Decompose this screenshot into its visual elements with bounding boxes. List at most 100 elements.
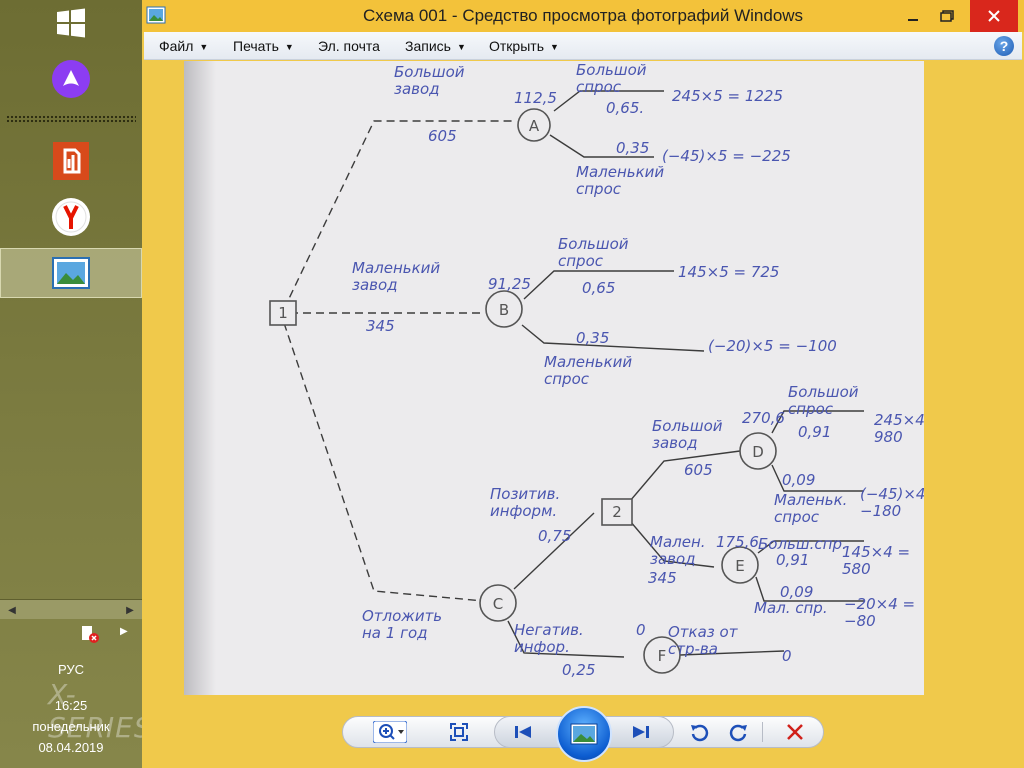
label-e-low-calc: −20×4 = −80 (844, 595, 915, 630)
label-d-plant: Большой завод (652, 417, 723, 452)
menu-bar: Файл ▼ Печать ▼ Эл. почта Запись ▼ Открыть ▼… (144, 32, 1022, 60)
rotate-ccw-button[interactable] (686, 720, 712, 744)
clock-time[interactable]: 16:25 (0, 698, 142, 713)
zoom-button[interactable] (370, 720, 410, 744)
menu-open[interactable]: Открыть ▼ (489, 32, 559, 60)
node-label-d: D (752, 443, 764, 461)
windows-start-button[interactable] (0, 0, 142, 46)
close-button[interactable] (970, 0, 1018, 32)
menu-burn-label: Запись (405, 38, 451, 54)
photo-viewer-icon (52, 257, 90, 289)
menu-print[interactable]: Печать ▼ (233, 32, 294, 60)
previous-button[interactable] (510, 720, 536, 744)
office-app-button[interactable] (0, 138, 142, 184)
label-small-plant: Маленький завод (352, 259, 440, 294)
label-b-high-calc: 145×5 = 725 (678, 263, 779, 281)
node-label-c: C (493, 595, 503, 613)
label-b-low-calc: (−20)×5 = −100 (708, 337, 837, 355)
alice-button[interactable] (0, 56, 142, 102)
label-e-value: 175,6 (716, 533, 759, 551)
label-refuse-val: 0 (782, 647, 792, 665)
windows-start-icon (57, 8, 85, 38)
label-e-plant-cost: 345 (648, 569, 677, 587)
toolbar-divider (762, 722, 763, 742)
actual-size-button[interactable] (446, 720, 472, 744)
help-icon[interactable]: ? (994, 36, 1014, 56)
close-icon (988, 10, 1000, 22)
clock-weekday[interactable]: понедельник (0, 719, 142, 734)
chevron-down-icon: ▼ (284, 42, 294, 52)
label-big-plant-cost: 605 (428, 127, 457, 145)
menu-file-label: Файл (159, 38, 194, 54)
label-a-value: 112,5 (514, 89, 557, 107)
menu-email[interactable]: Эл. почта (318, 32, 380, 60)
label-d-low: Маленьк. спрос (774, 491, 847, 526)
label-pos-p: 0,75 (538, 527, 571, 545)
chevron-down-icon: ▼ (199, 42, 209, 52)
next-icon (633, 726, 649, 738)
label-neg-info: Негатив. инфор. (514, 621, 584, 656)
slideshow-button[interactable] (556, 706, 612, 762)
yandex-browser-icon (52, 198, 90, 236)
label-small-plant-cost: 345 (366, 317, 395, 335)
menu-print-label: Печать (233, 38, 279, 54)
office-app-icon (53, 142, 89, 180)
label-b-low-p: 0,35 (576, 329, 609, 347)
photo-viewer-window: Схема 001 - Средство просмотра фотографи… (142, 0, 1024, 768)
label-d-low-calc: (−45)×4 =−180 (860, 485, 924, 520)
label-b-high-p: 0,65 (582, 279, 615, 297)
alice-icon (52, 60, 90, 98)
scroll-right-icon[interactable]: ▶ (120, 600, 140, 620)
label-b-value: 91,25 (488, 275, 531, 293)
title-bar[interactable]: Схема 001 - Средство просмотра фотографи… (142, 0, 1024, 32)
window-title: Схема 001 - Средство просмотра фотографи… (362, 6, 804, 25)
maximize-button[interactable] (930, 0, 964, 32)
network-status-icon[interactable] (80, 624, 100, 649)
scroll-left-icon[interactable]: ◀ (2, 600, 22, 620)
menu-open-label: Открыть (489, 38, 544, 54)
node-label-e: E (735, 557, 744, 575)
label-b-high: Большой спрос (558, 235, 629, 270)
label-a-low-calc: (−45)×5 = −225 (662, 147, 791, 165)
minimize-button[interactable] (896, 0, 930, 32)
fit-window-icon (450, 723, 468, 741)
label-d-value: 270,6 (742, 409, 785, 427)
menu-burn[interactable]: Запись ▼ (405, 32, 466, 60)
label-f-value: 0 (636, 621, 646, 639)
zoom-icon (373, 721, 407, 743)
decision-tree-drawing: 1 A B C 2 D E F Большой завод 605 112,5 Боль… (269, 61, 924, 679)
label-pos-info: Позитив. информ. (490, 485, 560, 520)
label-d-high: Большой спрос (788, 383, 859, 418)
rotate-counterclockwise-icon (691, 724, 709, 742)
language-indicator[interactable]: РУС (0, 662, 142, 677)
label-a-high-p: 0,65. (606, 99, 644, 117)
minimize-icon (908, 19, 918, 21)
photo-viewer-taskbar-button[interactable] (0, 248, 142, 298)
label-big-plant: Большой завод (394, 63, 465, 98)
taskbar-separator (6, 115, 136, 123)
label-e-plant: Мален. завод (650, 533, 706, 568)
delete-icon (787, 724, 803, 740)
taskbar-scrollbar[interactable]: ◀ ▶ (0, 599, 142, 619)
chevron-down-icon: ▼ (549, 42, 559, 52)
bottom-toolbar (142, 696, 1024, 768)
next-button[interactable] (628, 720, 654, 744)
clock-date[interactable]: 08.04.2019 (0, 740, 142, 755)
chevron-down-icon: ▼ (456, 42, 466, 52)
delete-button[interactable] (782, 720, 808, 744)
label-a-high-calc: 245×5 = 1225 (672, 87, 783, 105)
rotate-cw-button[interactable] (726, 720, 752, 744)
label-d-high-p: 0,91 (798, 423, 831, 441)
menu-email-label: Эл. почта (318, 38, 380, 54)
label-d-low-p: 0,09 (782, 471, 815, 489)
menu-file[interactable]: Файл ▼ (159, 32, 208, 60)
rotate-clockwise-icon (729, 724, 747, 742)
label-d-high-calc: 245×4 =980 (874, 411, 924, 446)
label-neg-p: 0,25 (562, 661, 595, 679)
yandex-browser-button[interactable] (0, 194, 142, 240)
label-a-low-p: 0,35 (616, 139, 649, 157)
image-viewport[interactable]: 1 A B C 2 D E F Большой завод 605 112,5 Боль… (144, 61, 1022, 695)
label-d-plant-cost: 605 (684, 461, 713, 479)
tray-expand-icon[interactable]: ▶ (120, 626, 128, 637)
restore-icon (940, 10, 954, 22)
